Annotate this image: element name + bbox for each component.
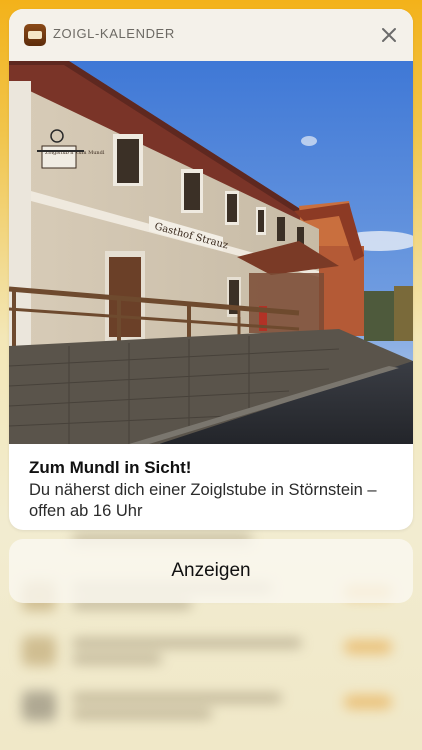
background-list-item — [22, 685, 402, 725]
show-button[interactable]: Anzeigen — [9, 539, 413, 603]
background-list-item — [22, 630, 402, 670]
close-icon[interactable] — [381, 27, 397, 43]
show-button-label: Anzeigen — [171, 560, 251, 581]
notification-header: ZOIGL-KALENDER — [9, 9, 413, 61]
notification-card[interactable]: ZOIGL-KALENDER Gasthof Strauz Zoiglstub'… — [9, 9, 413, 530]
notification-photo: Gasthof Strauz Zoiglstub'n Zum Mundl — [9, 61, 413, 444]
app-name: ZOIGL-KALENDER — [53, 26, 175, 41]
close-button[interactable] — [377, 23, 401, 47]
zoigl-kalender-app-icon — [24, 24, 46, 46]
notification-body: Du näherst dich einer Zoiglstube in Stör… — [29, 481, 377, 520]
notification-title: Zum Mundl in Sicht! — [29, 458, 192, 477]
